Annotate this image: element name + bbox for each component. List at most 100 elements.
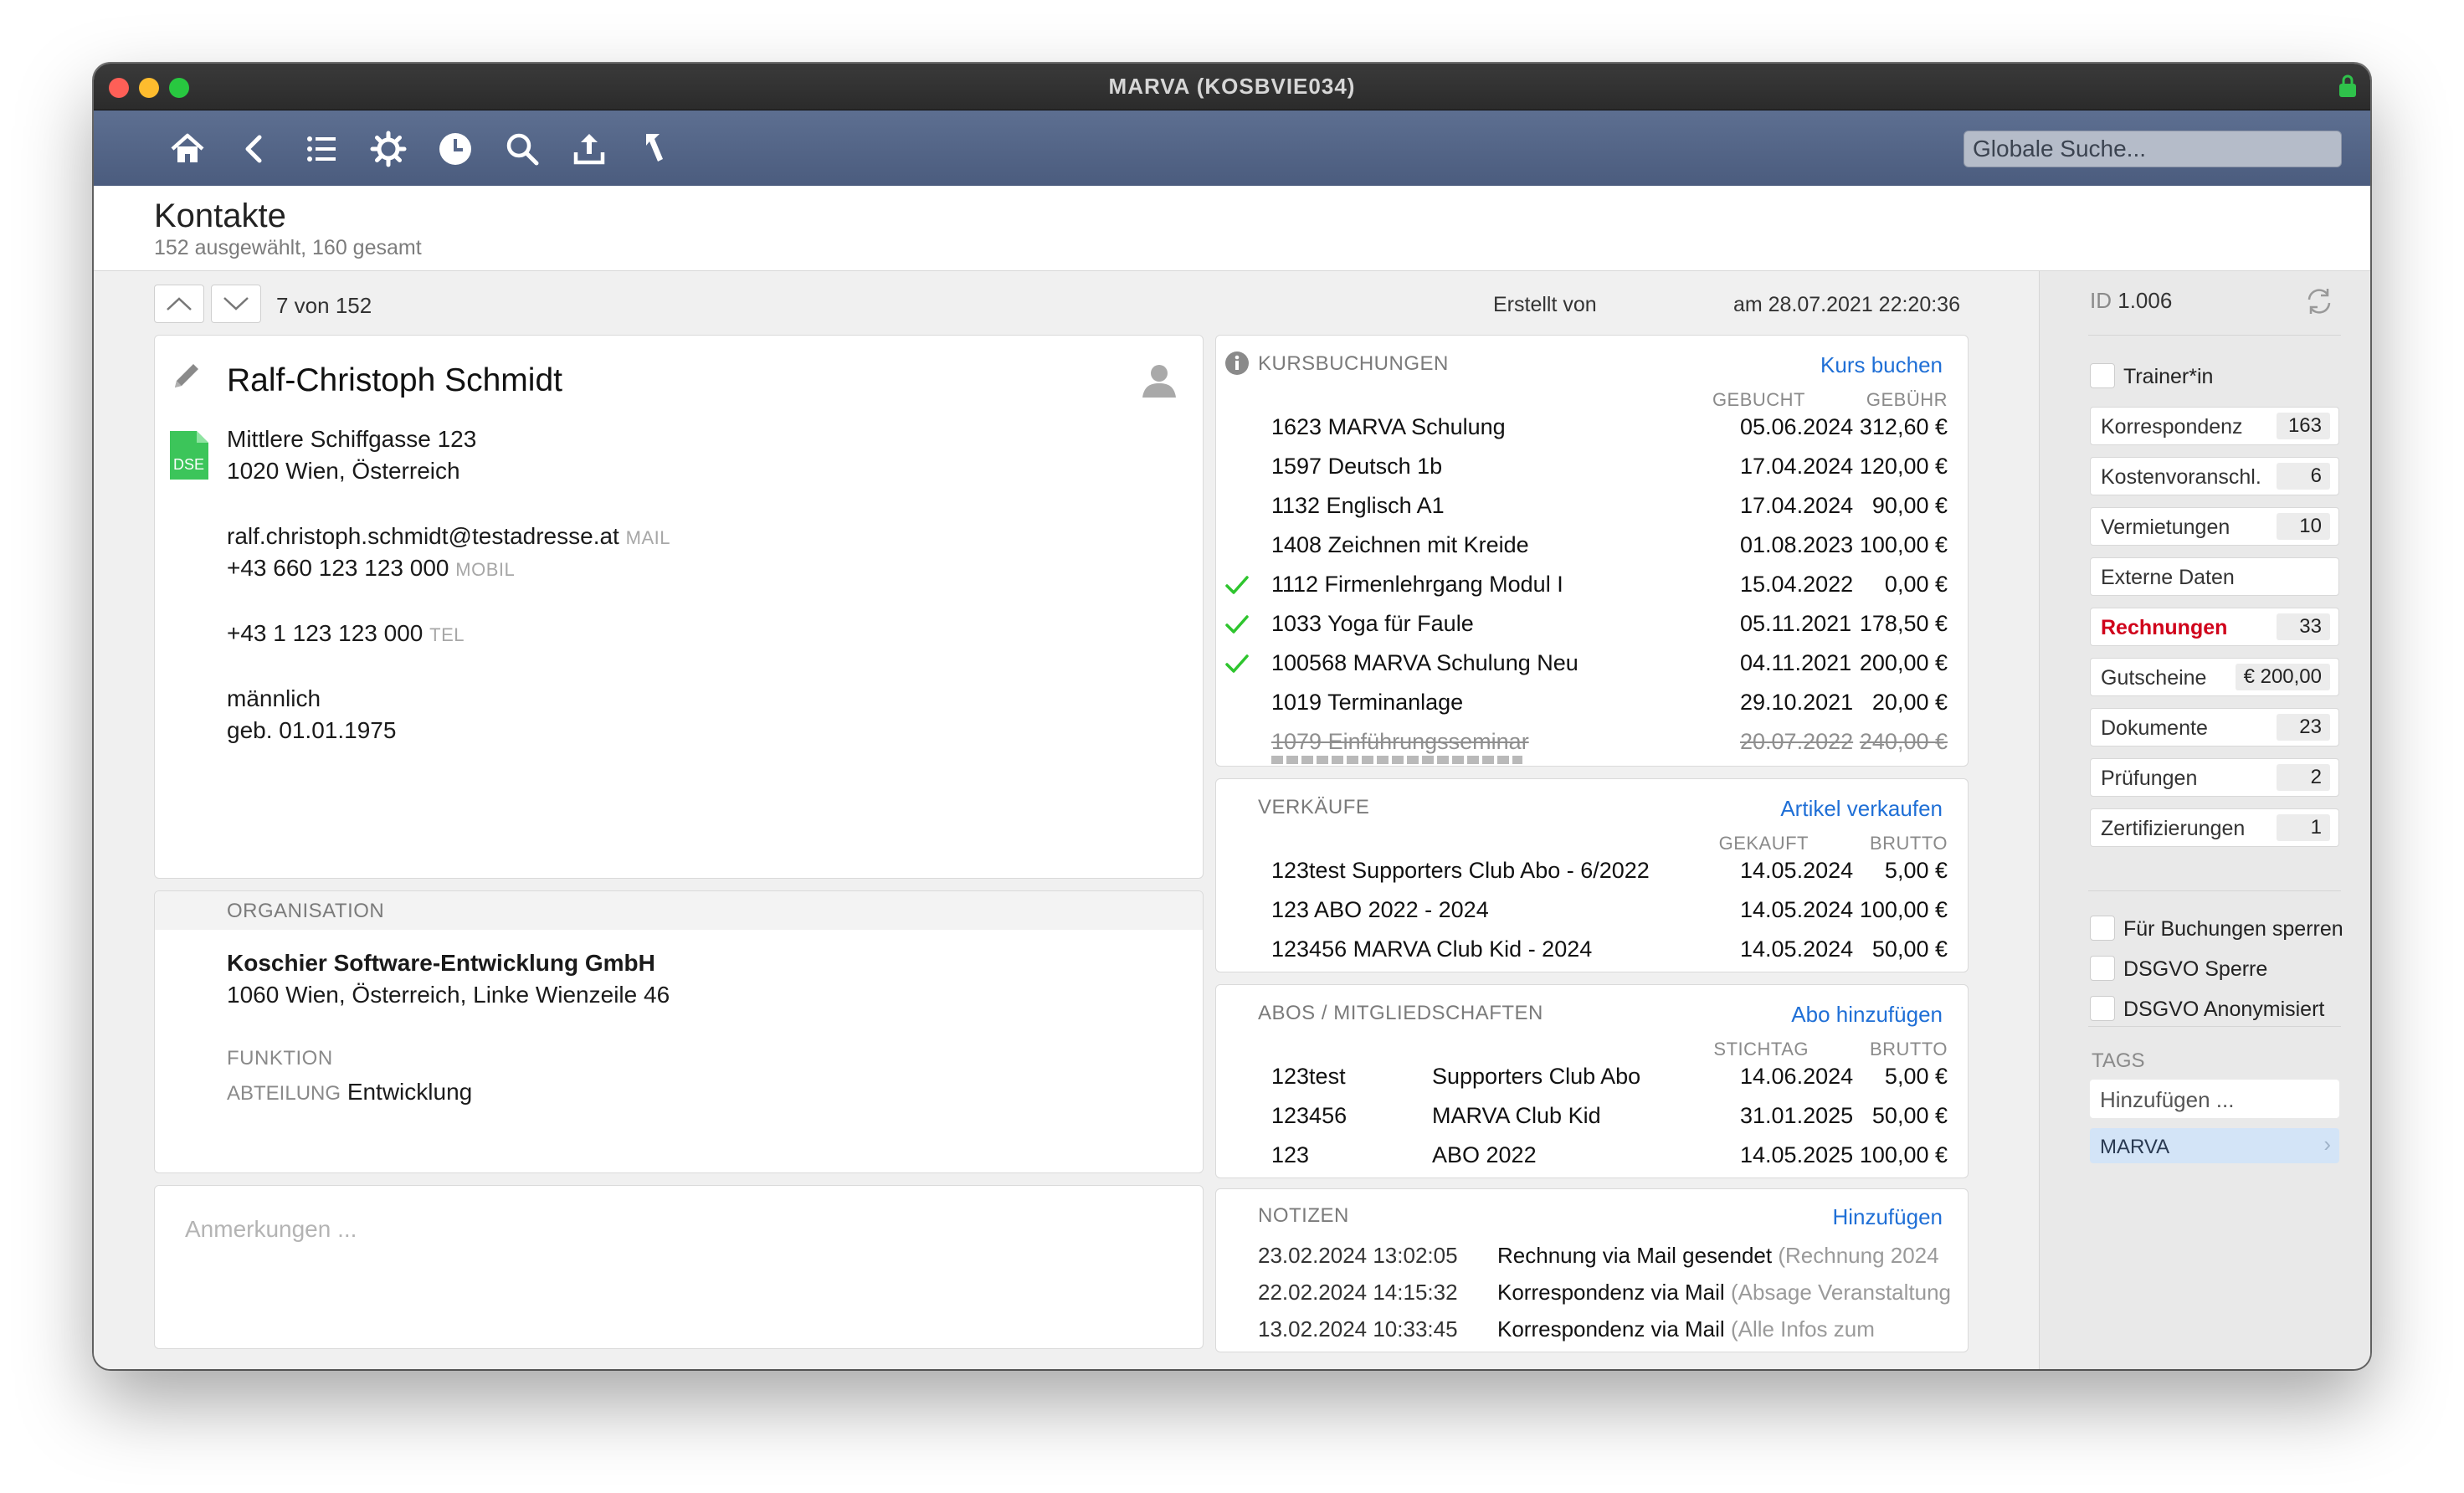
flag-checkbox[interactable] bbox=[2090, 916, 2115, 941]
tags-header: TAGS bbox=[2092, 1049, 2145, 1072]
memo-text: Korrespondenz via Mail bbox=[1497, 1316, 1725, 1342]
history-clock-icon[interactable] bbox=[434, 127, 477, 171]
sale-date: 14.05.2024 bbox=[1740, 936, 1854, 962]
export-upload-icon[interactable] bbox=[567, 127, 611, 171]
sale-row[interactable]: 123456 MARVA Club Kid - 2024 14.05.2024 50… bbox=[1216, 931, 1968, 968]
trainer-checkbox[interactable] bbox=[2090, 363, 2115, 388]
dse-document-icon[interactable]: DSE bbox=[170, 431, 208, 480]
global-search-input[interactable] bbox=[1964, 131, 2342, 167]
course-booking-row[interactable]: 100568 MARVA Schulung Neu 04.11.2021 200,0… bbox=[1216, 645, 1968, 682]
tag-label: MARVA bbox=[2100, 1136, 2170, 1158]
add-memo-link[interactable]: Hinzufügen bbox=[1832, 1204, 1943, 1230]
course-booking-row[interactable]: 1112 Firmenlehrgang Modul I 15.04.2022 0,0… bbox=[1216, 567, 1968, 603]
subscriptions-header: ABOS / MITGLIEDSCHAFTEN bbox=[1258, 1002, 1543, 1024]
add-subscription-link[interactable]: Abo hinzufügen bbox=[1791, 1002, 1943, 1028]
divider bbox=[2088, 335, 2341, 336]
subscription-number: 123456 bbox=[1271, 1103, 1348, 1128]
created-by-label: Erstellt von bbox=[1493, 293, 1597, 316]
course-name: 1112 Firmenlehrgang Modul I bbox=[1271, 572, 1563, 597]
book-course-link[interactable]: Kurs buchen bbox=[1820, 352, 1943, 378]
phone-type-tag: TEL bbox=[429, 624, 465, 645]
edit-pencil-icon[interactable] bbox=[170, 359, 203, 392]
subscription-gross: 100,00 € bbox=[1859, 1142, 1948, 1167]
sale-row[interactable]: 123 ABO 2022 - 2024 14.05.2024 100,00 € bbox=[1216, 892, 1968, 929]
subscription-row[interactable]: 123test Supporters Club Abo 14.06.2024 5,00… bbox=[1216, 1059, 1968, 1095]
search-icon[interactable] bbox=[501, 127, 544, 171]
list-icon[interactable] bbox=[300, 127, 343, 171]
col-bought: GEKAUFT bbox=[1718, 833, 1809, 854]
contact-phone[interactable]: +43 1 123 123 000 bbox=[227, 620, 423, 646]
subscription-name: MARVA Club Kid bbox=[1432, 1103, 1601, 1128]
course-name: 1079 Einführungsseminar bbox=[1271, 729, 1529, 754]
col-fee: GEBÜHR bbox=[1866, 389, 1948, 410]
person-avatar-icon[interactable] bbox=[1139, 361, 1179, 401]
cut-off-row bbox=[1224, 752, 1959, 764]
related-item-count: 1 bbox=[2277, 814, 2330, 841]
related-vermietungen-button[interactable]: Vermietungen 10 bbox=[2090, 507, 2339, 546]
related-prüfungen-button[interactable]: Prüfungen 2 bbox=[2090, 758, 2339, 797]
course-booking-row[interactable]: 1408 Zeichnen mit Kreide 01.08.2023 100,00… bbox=[1216, 527, 1968, 564]
related-korrespondenz-button[interactable]: Korrespondenz 163 bbox=[2090, 407, 2339, 445]
previous-record-button[interactable] bbox=[154, 285, 204, 323]
info-icon[interactable] bbox=[1224, 351, 1250, 376]
related-item-label: Dokumente bbox=[2101, 716, 2208, 740]
email-type-tag: MAIL bbox=[625, 527, 670, 548]
back-icon[interactable] bbox=[233, 127, 276, 171]
remarks-field[interactable]: Anmerkungen ... bbox=[154, 1185, 1204, 1349]
memo-row[interactable]: 22.02.2024 14:15:32 Korrespondenz via Mai… bbox=[1216, 1275, 1968, 1311]
contact-email[interactable]: ralf.christoph.schmidt@testadresse.at bbox=[227, 523, 619, 549]
booking-date: 29.10.2021 bbox=[1740, 690, 1854, 715]
jump-back-arrow-icon[interactable] bbox=[634, 127, 678, 171]
col-gross: BRUTTO bbox=[1869, 1039, 1948, 1059]
memo-row[interactable]: 13.02.2024 10:33:45 Korrespondenz via Mai… bbox=[1216, 1311, 1968, 1348]
settings-gear-icon[interactable] bbox=[367, 127, 410, 171]
trainer-checkbox-label: Trainer*in bbox=[2123, 365, 2214, 388]
related-dokumente-button[interactable]: Dokumente 23 bbox=[2090, 708, 2339, 746]
course-booking-row[interactable]: 1132 Englisch A1 17.04.2024 90,00 € bbox=[1216, 488, 1968, 525]
related-rechnungen-button[interactable]: Rechnungen 33 bbox=[2090, 608, 2339, 646]
related-gutscheine-button[interactable]: Gutscheine € 200,00 bbox=[2090, 658, 2339, 696]
tag-item[interactable]: MARVA › bbox=[2090, 1128, 2339, 1163]
course-booking-row[interactable]: 1033 Yoga für Faule 05.11.2021 178,50 € bbox=[1216, 606, 1968, 643]
chevron-right-icon: › bbox=[2323, 1131, 2331, 1157]
course-booking-row[interactable]: 1019 Terminanlage 29.10.2021 20,00 € bbox=[1216, 685, 1968, 721]
course-name: 1623 MARVA Schulung bbox=[1271, 414, 1506, 439]
home-icon[interactable] bbox=[166, 127, 209, 171]
related-zertifizierungen-button[interactable]: Zertifizierungen 1 bbox=[2090, 808, 2339, 847]
subscription-gross: 5,00 € bbox=[1884, 1064, 1948, 1089]
course-booking-row[interactable]: 1597 Deutsch 1b 17.04.2024 120,00 € bbox=[1216, 449, 1968, 485]
next-record-button[interactable] bbox=[211, 285, 261, 323]
sale-date: 14.05.2024 bbox=[1740, 897, 1854, 922]
related-item-count: € 200,00 bbox=[2235, 664, 2330, 690]
booking-date: 05.11.2021 bbox=[1740, 611, 1852, 636]
memo-text: Rechnung via Mail gesendet bbox=[1497, 1243, 1773, 1268]
flag-checkbox[interactable] bbox=[2090, 996, 2115, 1021]
memos-card: NOTIZEN Hinzufügen 23.02.2024 13:02:05 Re… bbox=[1215, 1188, 1969, 1352]
course-booking-row[interactable]: 1623 MARVA Schulung 05.06.2024 312,60 € bbox=[1216, 409, 1968, 446]
related-kostenvoranschl-button[interactable]: Kostenvoranschl. 6 bbox=[2090, 457, 2339, 495]
flag-checkbox-label: Für Buchungen sperren bbox=[2123, 917, 2343, 941]
subscription-date: 31.01.2025 bbox=[1740, 1103, 1854, 1128]
id-label: ID bbox=[2090, 288, 2112, 313]
right-sidebar: ID 1.006 Trainer*in Korrespondenz 163 Kost… bbox=[2039, 271, 2370, 1369]
refresh-icon[interactable] bbox=[2304, 286, 2334, 316]
memo-text: Korrespondenz via Mail bbox=[1497, 1280, 1725, 1305]
organisation-card: ORGANISATION Koschier Software-Entwicklu… bbox=[154, 890, 1204, 1173]
memo-row[interactable]: 23.02.2024 13:02:05 Rechnung via Mail ges… bbox=[1216, 1238, 1968, 1275]
add-tag-input[interactable]: Hinzufügen ... bbox=[2090, 1080, 2339, 1118]
sell-article-link[interactable]: Artikel verkaufen bbox=[1780, 796, 1943, 822]
organisation-name[interactable]: Koschier Software-Entwicklung GmbH bbox=[227, 950, 655, 977]
subscription-row[interactable]: 123456 MARVA Club Kid 31.01.2025 50,00 € bbox=[1216, 1098, 1968, 1135]
lock-icon bbox=[2337, 74, 2359, 99]
flag-checkbox[interactable] bbox=[2090, 956, 2115, 981]
memo-text-line: Korrespondenz via Mail (Alle Infos zum bbox=[1497, 1316, 1875, 1342]
course-name: 1132 Englisch A1 bbox=[1271, 493, 1445, 518]
related-externe-daten-button[interactable]: Externe Daten bbox=[2090, 557, 2339, 596]
subscription-row[interactable]: 123 ABO 2022 14.05.2025 100,00 € bbox=[1216, 1137, 1968, 1174]
contact-gender: männlich bbox=[227, 685, 321, 711]
booking-date: 05.06.2024 bbox=[1740, 414, 1854, 439]
toolbar bbox=[94, 110, 2370, 186]
contact-mobile[interactable]: +43 660 123 123 000 bbox=[227, 555, 449, 581]
booking-date: 15.04.2022 bbox=[1740, 572, 1854, 597]
sale-row[interactable]: 123test Supporters Club Abo - 6/2022 14.0… bbox=[1216, 853, 1968, 890]
